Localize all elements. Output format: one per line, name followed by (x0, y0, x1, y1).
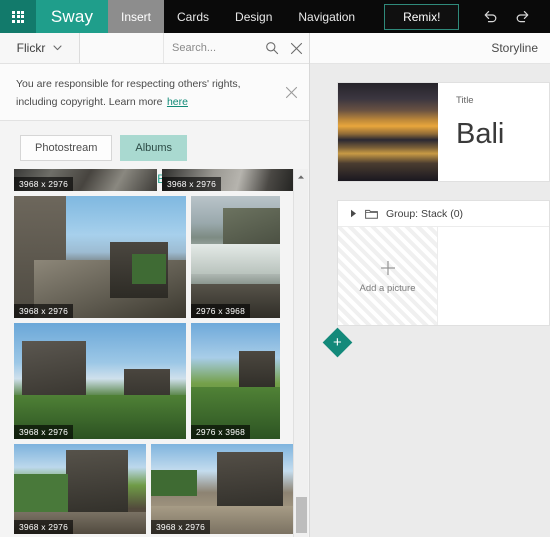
brand-home-button[interactable]: Sway (36, 0, 108, 33)
storyline-panel: Storyline Title Bali Group: Stack (0) Ad… (310, 33, 550, 537)
add-diamond-icon: + (333, 333, 342, 351)
title-card-kicker: Title (456, 95, 474, 106)
source-view-tabs: Photostream Albums (0, 121, 309, 162)
group-stack-body: Add a picture (338, 227, 549, 325)
tab-cards[interactable]: Cards (164, 0, 222, 33)
tab-albums[interactable]: Albums (120, 135, 188, 162)
photo-thumbnail[interactable]: 3968 x 2976 (14, 196, 186, 318)
tab-navigation[interactable]: Navigation (285, 0, 368, 33)
scrollbar-thumb[interactable] (296, 497, 307, 533)
title-card[interactable]: Title Bali (337, 82, 550, 182)
brand-label: Sway (50, 6, 94, 26)
photo-dimensions-label: 2976 x 3968 (191, 304, 250, 318)
photo-grid: 3968 x 2976 3968 x 2976 3968 x 2976 2976… (0, 169, 309, 537)
remix-container: Remix! (368, 0, 460, 33)
sunset-over-water-thumbnail[interactable] (338, 83, 438, 181)
photo-row: 3968 x 2976 3968 x 2976 (14, 444, 295, 534)
photo-row: 3968 x 2976 3968 x 2976 (14, 169, 295, 191)
source-toolbar: Flickr (0, 33, 309, 64)
search-icon (265, 42, 278, 55)
photo-dimensions-label: 2976 x 3968 (191, 425, 250, 439)
photo-detail-overlay (132, 254, 166, 284)
tab-design-label: Design (235, 9, 273, 24)
remix-button[interactable]: Remix! (384, 3, 460, 30)
title-card-body: Title Bali (438, 83, 504, 181)
tab-cards-label: Cards (177, 9, 210, 24)
folder-icon (365, 209, 378, 219)
photo-dimensions-label: 3968 x 2976 (14, 520, 73, 534)
photo-dimensions-label: 3968 x 2976 (14, 425, 73, 439)
top-toolbar: Sway Insert Cards Design Navigation Remi… (0, 0, 550, 33)
photo-thumbnail[interactable]: 3968 x 2976 (14, 169, 157, 191)
photo-detail-overlay (14, 474, 68, 514)
ribbon-tabs: Insert Cards Design Navigation (108, 0, 368, 33)
photo-dimensions-label: 3968 x 2976 (14, 177, 73, 191)
scrollbar-up-button[interactable] (294, 169, 308, 184)
tab-navigation-label: Navigation (298, 9, 356, 24)
storyline-header: Storyline (310, 33, 550, 64)
source-toolbar-spacer (80, 33, 163, 63)
tab-design[interactable]: Design (222, 0, 285, 33)
tab-photostream[interactable]: Photostream (20, 135, 113, 162)
redo-icon (516, 11, 529, 23)
photo-dimensions-label: 3968 x 2976 (162, 177, 221, 191)
photo-detail-overlay (66, 450, 128, 512)
redo-button[interactable] (509, 4, 535, 30)
photo-detail-overlay (22, 341, 86, 403)
undo-icon (484, 11, 497, 23)
photo-row: 3968 x 2976 2976 x 3968 (14, 196, 295, 318)
history-controls (459, 0, 535, 33)
search-container (163, 33, 283, 63)
photo-grid-scrollbar[interactable] (293, 169, 308, 537)
photo-thumbnail[interactable]: 3968 x 2976 (14, 444, 146, 534)
group-stack-card: Group: Stack (0) Add a picture (337, 200, 550, 326)
photo-dimensions-label: 3968 x 2976 (151, 520, 210, 534)
photo-detail-overlay (191, 244, 280, 274)
scroll-up-arrow-icon (298, 174, 304, 179)
photo-thumbnail[interactable]: 2976 x 3968 (191, 323, 280, 439)
app-launcher-button[interactable] (0, 0, 36, 33)
storyline-canvas: Title Bali Group: Stack (0) Add a pictur… (310, 64, 550, 537)
storyline-label: Storyline (491, 41, 538, 55)
notice-dismiss-button[interactable] (281, 82, 301, 102)
add-picture-label: Add a picture (359, 282, 416, 294)
photo-dimensions-label: 3968 x 2976 (14, 304, 73, 318)
search-button[interactable] (260, 33, 283, 63)
group-stack-header[interactable]: Group: Stack (0) (338, 201, 549, 227)
undo-button[interactable] (477, 4, 503, 30)
close-icon (290, 42, 302, 54)
close-panel-button[interactable] (283, 33, 309, 63)
group-stack-empty-area[interactable] (438, 227, 549, 325)
add-content-button[interactable]: + (322, 327, 353, 358)
photo-thumbnail[interactable]: 2976 x 3968 (191, 196, 280, 318)
photo-thumbnail[interactable]: 3968 x 2976 (162, 169, 294, 191)
title-card-heading[interactable]: Bali (456, 120, 504, 149)
expand-triangle-icon[interactable] (350, 209, 357, 218)
notice-learn-more-link[interactable]: here (167, 96, 188, 108)
chevron-down-icon (53, 45, 62, 51)
app-launcher-waffle-icon (12, 10, 24, 23)
tab-insert-label: Insert (121, 9, 152, 24)
group-stack-label: Group: Stack (0) (386, 207, 464, 220)
tab-insert[interactable]: Insert (108, 0, 165, 33)
plus-icon (380, 260, 395, 275)
source-dropdown[interactable]: Flickr (0, 33, 80, 63)
notice-text: You are responsible for respecting other… (16, 78, 241, 109)
add-picture-dropzone[interactable]: Add a picture (338, 227, 438, 325)
source-name-label: Flickr (16, 41, 46, 55)
photo-detail-overlay (151, 470, 197, 496)
copyright-notice: You are responsible for respecting other… (0, 64, 309, 122)
photo-grid-inner: 3968 x 2976 3968 x 2976 3968 x 2976 2976… (0, 169, 309, 534)
insert-media-panel: Flickr You are responsible for respectin (0, 33, 310, 537)
close-icon (285, 86, 297, 98)
search-input[interactable] (172, 42, 256, 54)
photo-thumbnail[interactable]: 3968 x 2976 (14, 323, 186, 439)
photo-detail-overlay (217, 452, 283, 510)
photo-thumbnail[interactable]: 3968 x 2976 (151, 444, 294, 534)
photo-row: 3968 x 2976 2976 x 3968 (14, 323, 295, 439)
